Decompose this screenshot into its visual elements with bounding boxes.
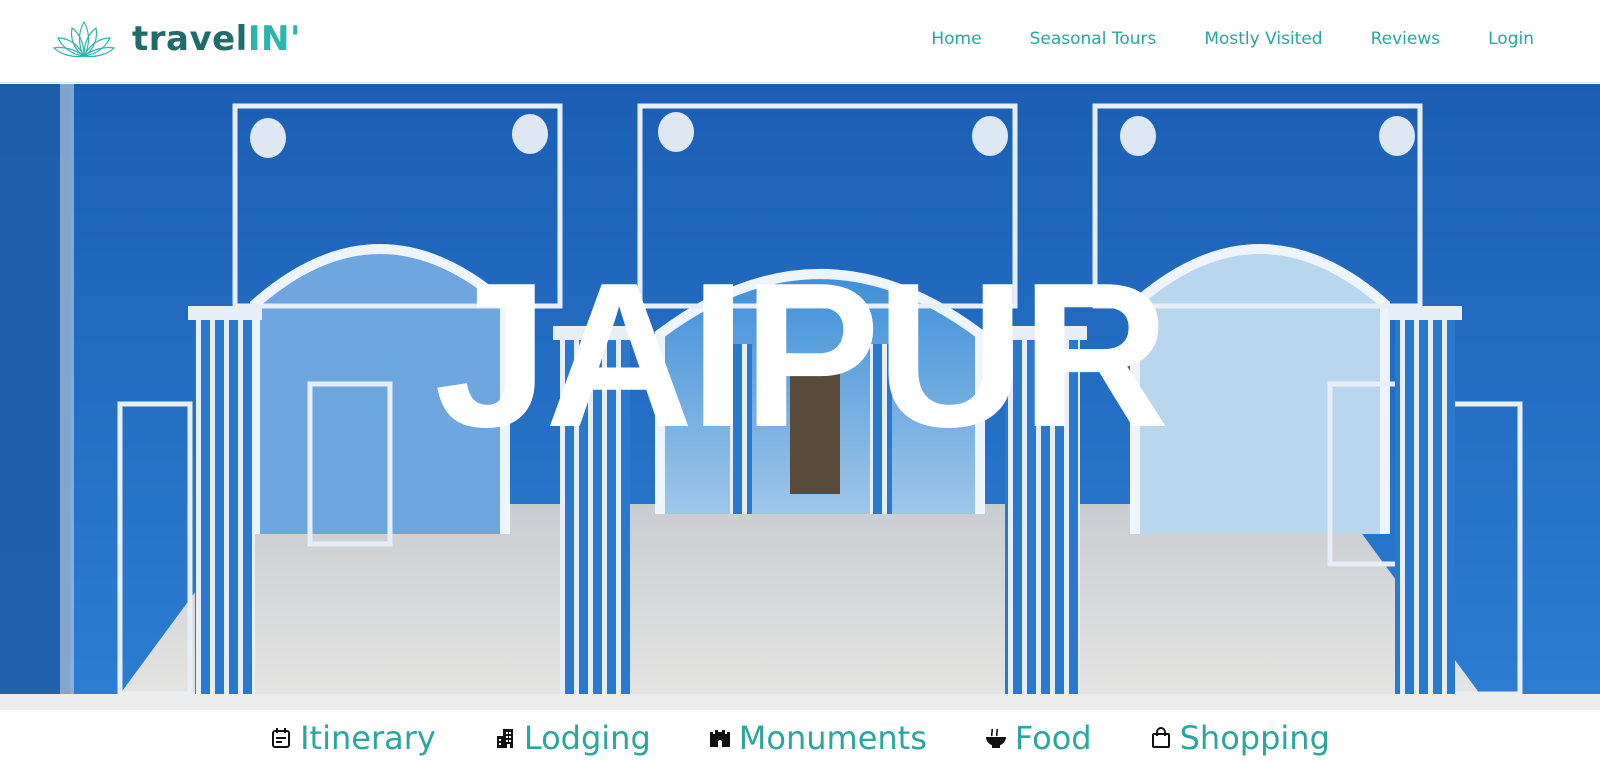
tab-lodging[interactable]: Lodging: [494, 719, 651, 757]
section-divider: [0, 694, 1600, 710]
category-tabs: Itinerary Lodging Monuments Food Shoppin…: [0, 710, 1600, 765]
nav-login[interactable]: Login: [1488, 29, 1534, 49]
site-header: travelIN' Home Seasonal Tours Mostly Vis…: [0, 0, 1600, 83]
tab-label: Itinerary: [300, 718, 436, 757]
shopping-bag-icon: [1151, 726, 1170, 748]
nav-seasonal-tours[interactable]: Seasonal Tours: [1030, 29, 1157, 49]
logo-text-dark: travel: [132, 19, 248, 59]
nav-mostly-visited[interactable]: Mostly Visited: [1204, 29, 1322, 49]
tab-label: Lodging: [523, 718, 651, 757]
tab-label: Monuments: [738, 718, 927, 757]
hero-banner: JAIPUR: [0, 84, 1600, 694]
tab-food[interactable]: Food: [985, 719, 1092, 757]
hero-title: JAIPUR: [434, 240, 1170, 470]
tab-monuments[interactable]: Monuments: [709, 719, 927, 757]
nav-reviews[interactable]: Reviews: [1371, 29, 1441, 49]
tab-label: Shopping: [1179, 718, 1330, 757]
logo-text-accent: IN': [247, 19, 301, 59]
tab-shopping[interactable]: Shopping: [1150, 719, 1330, 757]
building-icon: [496, 728, 513, 748]
nav-home[interactable]: Home: [931, 29, 981, 49]
logo-text: travelIN': [132, 19, 301, 59]
tab-label: Food: [1014, 718, 1092, 757]
logo[interactable]: travelIN': [52, 18, 301, 60]
castle-icon: [709, 729, 730, 747]
bowl-icon: [985, 728, 1006, 748]
lotus-icon: [52, 20, 116, 58]
main-nav: Home Seasonal Tours Mostly Visited Revie…: [931, 29, 1534, 49]
calendar-icon: [272, 727, 291, 748]
tab-itinerary[interactable]: Itinerary: [270, 719, 436, 757]
